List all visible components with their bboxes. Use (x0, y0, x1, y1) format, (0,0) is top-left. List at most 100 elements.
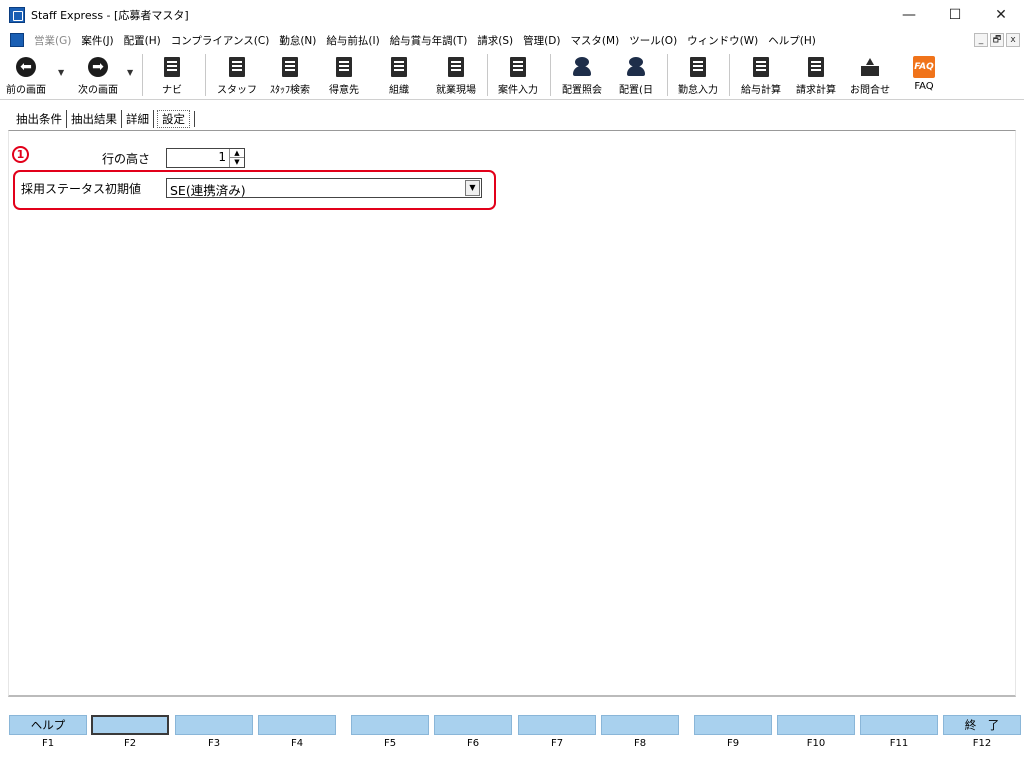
menu-sales[interactable]: 営業(G) (30, 33, 77, 48)
f2-key-label: F2 (123, 738, 137, 749)
row-height-stepper[interactable]: 1 ▲ ▼ (166, 148, 245, 168)
spin-down-icon[interactable]: ▼ (230, 158, 244, 167)
worksite-button[interactable]: 就業現場 (428, 52, 484, 98)
attendance-icon (690, 57, 706, 77)
maximize-button[interactable]: ☐ (932, 0, 978, 30)
f4-button[interactable] (258, 715, 336, 735)
staff-search-icon (282, 57, 298, 77)
f11-button[interactable] (860, 715, 938, 735)
case-input-icon (510, 57, 526, 77)
tab-divider (194, 111, 195, 127)
f9-button[interactable] (694, 715, 772, 735)
settings-panel (8, 130, 1016, 697)
menu-case[interactable]: 案件(J) (77, 33, 119, 48)
toolbar-separator (729, 54, 730, 96)
status-default-select[interactable]: SE(連携済み) ▼ (166, 178, 482, 198)
f1-button[interactable]: ヘルプ (9, 715, 87, 735)
faq-button[interactable]: FAQ FAQ (902, 52, 946, 98)
document-icon[interactable] (10, 33, 24, 47)
f6-button[interactable] (434, 715, 512, 735)
toolbar: ⬅ 前の画面 ▼ ➡ 次の画面 ▼ ナビ スタッフ ｽﾀｯﾌ検索 得意先 組織 … (0, 50, 1024, 100)
minimize-button[interactable]: — (886, 0, 932, 30)
worksite-icon (448, 57, 464, 77)
back-button[interactable]: ⬅ 前の画面 (4, 52, 48, 98)
arrow-left-icon: ⬅ (16, 57, 36, 77)
menu-help[interactable]: ヘルプ(H) (764, 33, 822, 48)
f12-button[interactable]: 終 了 (943, 715, 1021, 735)
tab-strip: 抽出条件 抽出結果 詳細 設定 (12, 109, 195, 129)
spin-buttons: ▲ ▼ (229, 149, 244, 167)
mdi-restore-button[interactable]: 🗗 (990, 33, 1004, 47)
upload-icon (861, 58, 879, 76)
toolbar-separator (550, 54, 551, 96)
people-icon (571, 57, 593, 77)
f6-key-label: F6 (466, 738, 480, 749)
placement-inquiry-button[interactable]: 配置照会 (554, 52, 610, 98)
contact-button[interactable]: お問合せ (842, 52, 898, 98)
organization-button[interactable]: 組織 (377, 52, 421, 98)
f2-button[interactable] (91, 715, 169, 735)
chevron-down-icon[interactable]: ▼ (465, 180, 480, 196)
function-key-bar: ヘルプ 終 了 F1 F2 F3 F4 F5 F6 F7 F8 F9 F10 F… (0, 712, 1024, 757)
f4-key-label: F4 (290, 738, 304, 749)
tab-extract-results[interactable]: 抽出結果 (67, 110, 122, 128)
f10-button[interactable] (777, 715, 855, 735)
back-dropdown-icon[interactable]: ▼ (58, 68, 66, 77)
status-default-label: 採用ステータス初期値 (21, 182, 142, 196)
tab-settings[interactable]: 設定 (157, 110, 190, 128)
menu-attendance[interactable]: 勤怠(N) (275, 33, 322, 48)
tab-extract-conditions[interactable]: 抽出条件 (12, 110, 67, 128)
menu-placement[interactable]: 配置(H) (120, 33, 167, 48)
forward-dropdown-icon[interactable]: ▼ (127, 68, 135, 77)
faq-icon: FAQ (913, 56, 935, 78)
toolbar-separator (487, 54, 488, 96)
salary-calc-button[interactable]: 給与計算 (733, 52, 789, 98)
f5-button[interactable] (351, 715, 429, 735)
mdi-minimize-button[interactable]: _ (974, 33, 988, 47)
staff-icon (229, 57, 245, 77)
client-icon (336, 57, 352, 77)
organization-icon (391, 57, 407, 77)
salary-calc-icon (753, 57, 769, 77)
close-button[interactable]: ✕ (978, 0, 1024, 30)
spin-up-icon[interactable]: ▲ (230, 149, 244, 158)
menu-bar: 営業(G) 案件(J) 配置(H) コンプライアンス(C) 勤怠(N) 給与前払… (0, 30, 1024, 50)
menu-compliance[interactable]: コンプライアンス(C) (167, 33, 276, 48)
mdi-close-button[interactable]: x (1006, 33, 1020, 47)
tab-details[interactable]: 詳細 (122, 110, 154, 128)
billing-calc-button[interactable]: 請求計算 (788, 52, 844, 98)
f11-key-label: F11 (889, 738, 909, 749)
f1-key-label: F1 (41, 738, 55, 749)
attendance-input-button[interactable]: 勤怠入力 (670, 52, 726, 98)
menu-billing[interactable]: 請求(S) (473, 33, 519, 48)
menu-master[interactable]: マスタ(M) (566, 33, 625, 48)
navi-button[interactable]: ナビ (152, 52, 192, 98)
menu-tools[interactable]: ツール(O) (625, 33, 683, 48)
f10-key-label: F10 (806, 738, 826, 749)
client-button[interactable]: 得意先 (322, 52, 366, 98)
forward-button[interactable]: ➡ 次の画面 (72, 52, 124, 98)
billing-calc-icon (808, 57, 824, 77)
f3-key-label: F3 (207, 738, 221, 749)
annotation-marker: 1 (12, 146, 29, 163)
f3-button[interactable] (175, 715, 253, 735)
f8-key-label: F8 (633, 738, 647, 749)
menu-salary-advance[interactable]: 給与前払(I) (322, 33, 385, 48)
f5-key-label: F5 (383, 738, 397, 749)
f7-button[interactable] (518, 715, 596, 735)
case-input-button[interactable]: 案件入力 (490, 52, 546, 98)
row-height-label: 行の高さ (102, 152, 151, 166)
window-title: Staff Express - [応募者マスタ] (31, 9, 189, 22)
f8-button[interactable] (601, 715, 679, 735)
toolbar-separator (205, 54, 206, 96)
staff-search-button[interactable]: ｽﾀｯﾌ検索 (262, 52, 318, 98)
row-height-value[interactable]: 1 (218, 150, 226, 164)
window-controls: — ☐ ✕ (886, 0, 1024, 30)
staff-button[interactable]: スタッフ (214, 52, 260, 98)
app-icon (9, 7, 25, 23)
menu-window[interactable]: ウィンドウ(W) (683, 33, 764, 48)
f9-key-label: F9 (726, 738, 740, 749)
menu-management[interactable]: 管理(D) (519, 33, 566, 48)
menu-payroll[interactable]: 給与賞与年調(T) (386, 33, 474, 48)
placement-daily-button[interactable]: 配置(日 (612, 52, 660, 98)
